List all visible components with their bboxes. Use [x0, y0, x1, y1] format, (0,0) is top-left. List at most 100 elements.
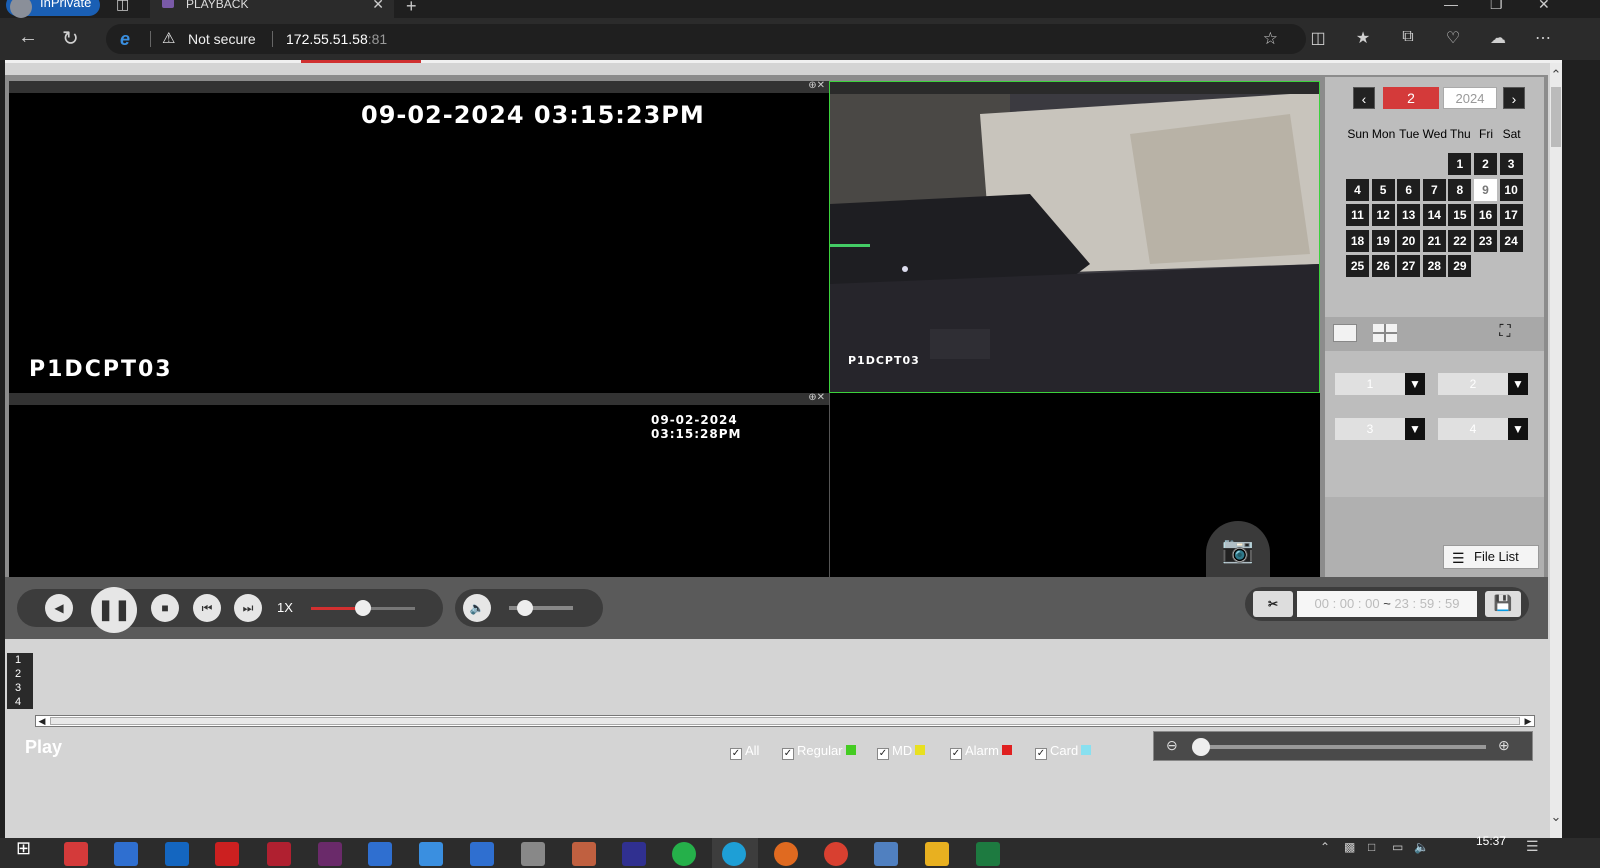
app-icon[interactable]	[368, 842, 392, 866]
scroll-right-icon[interactable]: ▶	[1522, 715, 1534, 727]
channel-select-1[interactable]: 1 ▼	[1335, 373, 1425, 395]
zoom-out-icon[interactable]: ⊖	[1166, 737, 1178, 754]
channel-select-2[interactable]: 2 ▼	[1438, 373, 1528, 395]
time-end[interactable]: 23 : 59 : 59	[1394, 596, 1459, 611]
security-label[interactable]: Not secure	[188, 24, 256, 54]
checkmark-icon[interactable]: ✓	[782, 748, 794, 760]
speed-slider-knob[interactable]	[355, 600, 371, 616]
calendar-day[interactable]: 8	[1448, 178, 1472, 201]
channel-select-4[interactable]: 4 ▼	[1438, 418, 1528, 440]
calendar-day[interactable]: 11	[1346, 204, 1369, 227]
page-scrollbar[interactable]: ⌃ ⌄	[1550, 63, 1562, 841]
video-pane-4[interactable]: 📷	[829, 393, 1320, 577]
app-icon[interactable]	[318, 842, 342, 866]
calendar-day[interactable]: 23	[1474, 229, 1497, 252]
edge-icon[interactable]	[722, 842, 746, 866]
scrollbar-thumb[interactable]	[50, 717, 1520, 725]
quad-view-icon[interactable]	[1373, 324, 1397, 342]
battery-icon[interactable]: ▭	[1392, 840, 1403, 854]
filter-md-checkbox[interactable]: ✓ MD	[877, 743, 926, 760]
back-icon[interactable]: ←	[18, 26, 38, 49]
timeline-scrollbar[interactable]: ◀ ▶	[35, 715, 1535, 727]
calendar-day[interactable]: 7	[1422, 178, 1446, 201]
calendar-day[interactable]: 6	[1397, 178, 1421, 201]
scroll-up-icon[interactable]: ⌃	[1550, 67, 1562, 83]
calendar-day[interactable]: 17	[1499, 204, 1523, 227]
url-text[interactable]: 172.55.51.58:81	[286, 24, 387, 54]
checkmark-icon[interactable]: ✓	[730, 748, 742, 760]
outlook-icon[interactable]	[165, 842, 189, 866]
calendar-day[interactable]: 18	[1346, 229, 1369, 252]
tray-chevron-icon[interactable]: ⌃	[1320, 840, 1330, 854]
app-icon[interactable]	[267, 842, 291, 866]
calendar-day[interactable]: 9	[1474, 178, 1497, 201]
excel-icon[interactable]	[976, 842, 1000, 866]
time-start[interactable]: 00 : 00 : 00	[1315, 596, 1380, 611]
zoom-in-icon[interactable]: ⊕	[1498, 737, 1510, 754]
single-view-icon[interactable]	[1333, 324, 1357, 342]
calendar-day[interactable]: 20	[1397, 229, 1421, 252]
calendar-day[interactable]: 2	[1474, 153, 1497, 175]
stop-button[interactable]: ■	[151, 594, 179, 622]
split-screen-icon[interactable]: ◫	[1308, 28, 1328, 48]
volume-icon[interactable]: 🔈	[1414, 840, 1429, 854]
file-explorer-icon[interactable]	[925, 842, 949, 866]
zoom-close-icon[interactable]: ⊕✕	[808, 80, 825, 91]
tab-playback[interactable]: PLAYBACK ✕	[150, 0, 394, 18]
app-icon[interactable]	[874, 842, 898, 866]
calendar-day[interactable]: 3	[1499, 153, 1523, 175]
page-scrollbar-thumb[interactable]	[1551, 87, 1561, 147]
app-icon[interactable]	[64, 842, 88, 866]
favorite-star-icon[interactable]: ☆	[1263, 24, 1278, 54]
tray-icon[interactable]: ▩	[1344, 840, 1355, 854]
prev-month-button[interactable]: ‹	[1353, 87, 1375, 109]
calendar-day[interactable]: 15	[1448, 204, 1472, 227]
restore-icon[interactable]: ❐	[1490, 0, 1503, 13]
calendar-day[interactable]: 25	[1346, 255, 1369, 278]
speed-slider[interactable]	[311, 600, 415, 616]
network-icon[interactable]: □	[1368, 840, 1375, 854]
video-pane-2[interactable]: P1DCPT03	[829, 81, 1320, 393]
new-tab-icon[interactable]: +	[406, 0, 417, 17]
settings-icon[interactable]	[521, 842, 545, 866]
refresh-icon[interactable]: ↻	[62, 26, 79, 51]
scroll-left-icon[interactable]: ◀	[36, 715, 48, 727]
zoom-slider[interactable]	[1192, 738, 1486, 756]
previous-frame-button[interactable]: ⏮	[193, 594, 221, 622]
play-reverse-button[interactable]: ◀	[45, 594, 73, 622]
browser-essentials-icon[interactable]: ♡	[1443, 28, 1463, 48]
scroll-down-icon[interactable]: ⌄	[1550, 809, 1562, 825]
next-month-button[interactable]: ›	[1503, 87, 1525, 109]
calendar-day[interactable]: 26	[1371, 255, 1395, 278]
calendar-day[interactable]: 13	[1397, 204, 1421, 227]
volume-slider-knob[interactable]	[517, 600, 533, 616]
calendar-month[interactable]: 2	[1383, 87, 1439, 109]
pause-button[interactable]: ❚❚	[91, 587, 137, 633]
clip-scissors-icon[interactable]: ✂	[1253, 591, 1293, 617]
calendar-day[interactable]: 27	[1397, 255, 1421, 278]
calendar-day[interactable]: 16	[1474, 204, 1497, 227]
app-icon[interactable]	[470, 842, 494, 866]
filter-all-checkbox[interactable]: ✓ All	[730, 743, 759, 760]
minimize-icon[interactable]: —	[1444, 0, 1458, 12]
firefox-icon[interactable]	[774, 842, 798, 866]
app-icon[interactable]	[215, 842, 239, 866]
video-pane-1[interactable]: ⊕✕ 09-02-2024 03:15:23PM P1DCPT03	[9, 80, 829, 393]
calendar-day[interactable]: 19	[1371, 229, 1395, 252]
collections-icon[interactable]: ⧉	[1398, 28, 1418, 48]
mute-speaker-icon[interactable]: 🔈	[463, 594, 491, 622]
fullscreen-icon[interactable]: ⛶	[1493, 323, 1517, 343]
checkmark-icon[interactable]: ✓	[950, 748, 962, 760]
app-icon[interactable]	[114, 842, 138, 866]
next-frame-button[interactable]: ⏭	[234, 594, 262, 622]
checkmark-icon[interactable]: ✓	[1035, 748, 1047, 760]
zoom-close-icon[interactable]: ⊕✕	[808, 392, 825, 403]
whatsapp-icon[interactable]	[672, 842, 696, 866]
channel-select-3[interactable]: 3 ▼	[1335, 418, 1425, 440]
volume-slider[interactable]	[509, 600, 573, 616]
app-icon[interactable]	[572, 842, 596, 866]
filter-alarm-checkbox[interactable]: ✓ Alarm	[950, 743, 1012, 760]
calendar-day[interactable]: 10	[1499, 178, 1523, 201]
chrome-icon[interactable]	[824, 842, 848, 866]
filter-regular-checkbox[interactable]: ✓ Regular	[782, 743, 856, 760]
